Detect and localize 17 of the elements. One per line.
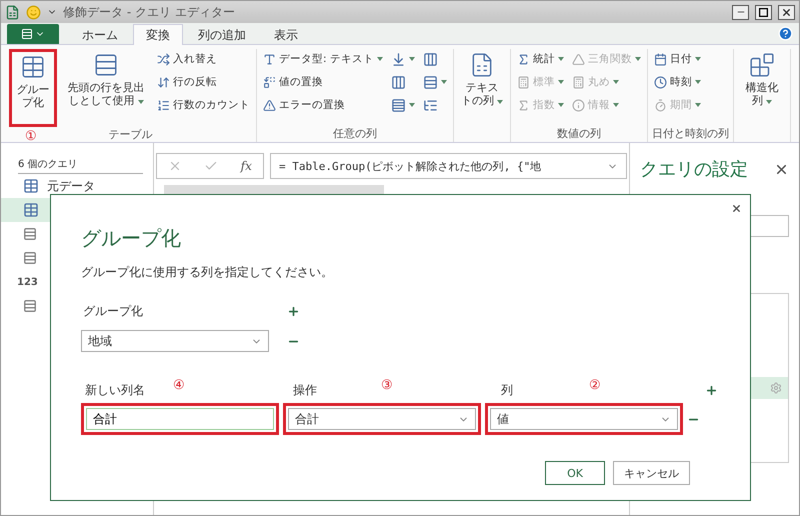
annotation-marker: ③: [381, 378, 393, 393]
queries-heading: 6 個のクエリ: [18, 157, 143, 174]
dialog-title: グループ化: [81, 225, 182, 252]
panel-title: クエリの設定: [640, 158, 748, 181]
annotation-marker: ①: [25, 129, 37, 144]
field-label: 新しい列名: [84, 382, 145, 399]
window-title: 修飾データ - クエリ エディター: [63, 4, 236, 20]
dialog-description: グループ化に使用する列を指定してください。: [81, 264, 334, 281]
field-label: グループ化: [82, 303, 144, 320]
group-label: 日付と時刻の列: [652, 126, 729, 142]
annotation-marker: ④: [173, 378, 185, 393]
annotation-marker: ②: [589, 378, 601, 393]
field-label: 列: [500, 382, 513, 399]
group-label: 任意の列: [332, 126, 377, 142]
field-label: 操作: [292, 382, 317, 399]
group-label: テーブル: [108, 127, 152, 142]
group-label: 数値の列: [556, 126, 601, 142]
